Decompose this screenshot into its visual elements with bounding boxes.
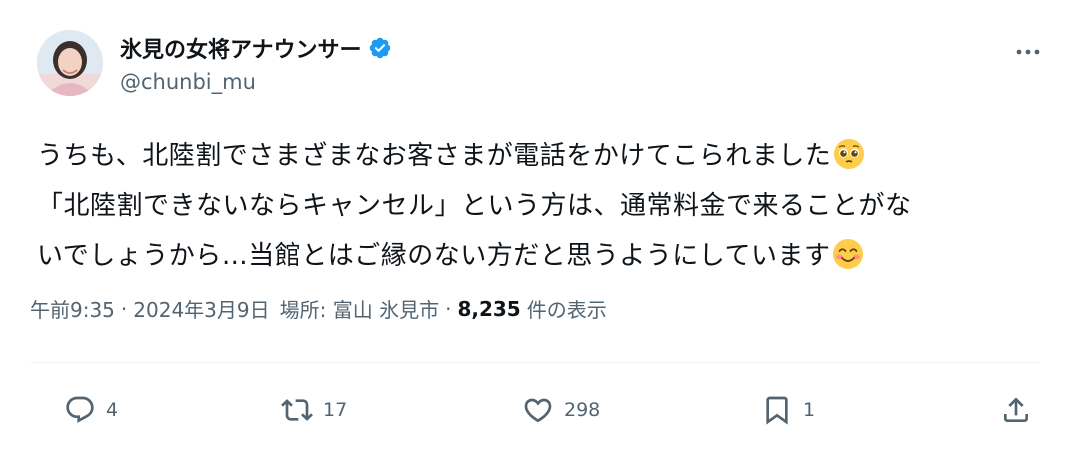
tweet-date[interactable]: 2024年3月9日: [133, 294, 269, 323]
retweet-button[interactable]: 17: [281, 392, 347, 428]
meta-separator-2: ·: [445, 296, 452, 321]
divider: [30, 362, 1040, 363]
like-count: 298: [564, 399, 601, 421]
tweet-card: 氷見の女将アナウンサー @chunbi_mu うちも、北陸割でさまざまなお客さま…: [0, 0, 1071, 472]
name-row: 氷見の女将アナウンサー: [120, 32, 392, 64]
reply-button[interactable]: 4: [64, 392, 118, 428]
reply-count: 4: [106, 399, 119, 421]
tweet-location[interactable]: 場所: 富山 氷見市: [280, 294, 439, 323]
retweet-icon: [281, 399, 313, 421]
views-count[interactable]: 8,235: [457, 297, 520, 321]
tweet-line-2: 「北陸割できないならキャンセル」という方は、通常料金で来ることがな: [37, 191, 912, 221]
reply-icon: [66, 396, 94, 423]
tweet-actions: 4 17 298 1: [0, 386, 1071, 436]
tweet-meta: 午前9:35 · 2024年3月9日 場所: 富山 氷見市 · 8,235 件の…: [30, 294, 607, 323]
bookmark-button[interactable]: 1: [761, 392, 815, 428]
tweet-line-3: いでしょうから…当館とはご縁のない方だと思うようにしています: [37, 231, 1047, 281]
author-names: 氷見の女将アナウンサー @chunbi_mu: [120, 32, 392, 94]
tweet-header: 氷見の女将アナウンサー @chunbi_mu: [37, 30, 1047, 106]
like-button[interactable]: 298: [522, 392, 600, 428]
share-button[interactable]: [1000, 392, 1032, 428]
more-options-icon[interactable]: [1013, 40, 1043, 64]
tweet-time[interactable]: 午前9:35: [30, 294, 115, 323]
display-name[interactable]: 氷見の女将アナウンサー: [120, 32, 362, 64]
bookmark-icon: [766, 396, 788, 425]
smiling-face-emoji-icon: [832, 237, 864, 269]
heart-icon: [524, 398, 552, 423]
pleading-face-emoji-icon: [833, 137, 865, 169]
tweet-line-1: うちも、北陸割でさまざまなお客さまが電話をかけてこられました: [37, 131, 1047, 181]
tweet-text: うちも、北陸割でさまざまなお客さまが電話をかけてこられました 「北陸割できないな…: [37, 131, 1047, 281]
avatar[interactable]: [37, 30, 103, 96]
share-icon: [1004, 397, 1028, 422]
meta-separator: ·: [120, 296, 128, 321]
user-handle[interactable]: @chunbi_mu: [120, 70, 392, 94]
views-label: 件の表示: [526, 298, 607, 322]
verified-badge-icon[interactable]: [368, 36, 392, 60]
bookmark-count: 1: [803, 399, 816, 421]
retweet-count: 17: [323, 399, 348, 421]
